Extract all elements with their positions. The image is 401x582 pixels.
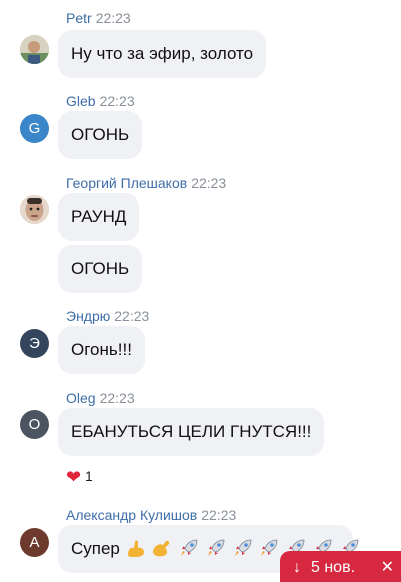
sender-name[interactable]: Oleg — [66, 390, 96, 406]
sender-name[interactable]: Gleb — [66, 93, 96, 109]
message-time: 22:23 — [95, 10, 131, 26]
rocket-icon — [181, 539, 198, 556]
avatar-oleg[interactable]: O — [20, 410, 49, 439]
new-messages-button[interactable]: ↓ 5 нов. ✕ — [280, 551, 401, 582]
user-photo-icon — [20, 35, 49, 64]
avatar-gleb[interactable]: G — [20, 114, 49, 143]
arrow-down-icon: ↓ — [293, 559, 301, 576]
rocket-icon — [234, 539, 251, 556]
sender-name[interactable]: Petr — [66, 10, 92, 26]
new-messages-label: 5 нов. — [311, 559, 356, 576]
flexed-biceps-icon — [153, 540, 170, 556]
heart-icon: ❤ — [66, 467, 82, 487]
user-photo-icon — [20, 195, 49, 224]
message-bubble[interactable]: Ну что за эфир, золото — [58, 30, 267, 78]
message-bubble[interactable]: РАУНД — [58, 193, 140, 241]
chat-message-list[interactable]: Petr 22:23 Ну что за эфир, золото G Gleb 2… — [0, 0, 401, 582]
sender-name[interactable]: Александр Кулишов — [66, 507, 197, 523]
avatar-petr[interactable] — [20, 35, 49, 64]
message-text: Супер — [71, 539, 120, 558]
sender-line: Petr 22:23 — [66, 10, 131, 26]
message-time: 22:23 — [191, 175, 227, 191]
message-time: 22:23 — [114, 308, 150, 324]
message-bubble[interactable]: ЕБАНУТЬСЯ ЦЕЛИ ГНУТСЯ!!! — [58, 408, 325, 456]
message-time: 22:23 — [99, 390, 135, 406]
reaction-chip[interactable]: ❤ 1 — [66, 467, 93, 488]
avatar-aleksandr[interactable]: A — [20, 528, 49, 557]
rocket-icon — [261, 539, 278, 556]
sender-line: Gleb 22:23 — [66, 93, 135, 109]
reaction-count: 1 — [84, 468, 93, 484]
sender-name[interactable]: Эндрю — [66, 308, 110, 324]
sender-name[interactable]: Георгий Плешаков — [66, 175, 187, 191]
flexed-biceps-icon — [127, 540, 144, 557]
message-time: 22:23 — [99, 93, 135, 109]
rocket-icon — [207, 539, 225, 556]
sender-line: Oleg 22:23 — [66, 390, 135, 406]
message-bubble[interactable]: Огонь!!! — [58, 326, 145, 374]
avatar-georgiy[interactable] — [20, 195, 49, 224]
sender-line: Георгий Плешаков 22:23 — [66, 175, 226, 191]
message-bubble[interactable]: ОГОНЬ — [58, 111, 143, 159]
message-time: 22:23 — [201, 507, 237, 523]
sender-line: Александр Кулишов 22:23 — [66, 507, 236, 523]
close-icon[interactable]: ✕ — [381, 551, 394, 582]
avatar-endryu[interactable]: Э — [20, 329, 49, 358]
message-bubble[interactable]: ОГОНЬ — [58, 245, 143, 293]
sender-line: Эндрю 22:23 — [66, 308, 149, 324]
